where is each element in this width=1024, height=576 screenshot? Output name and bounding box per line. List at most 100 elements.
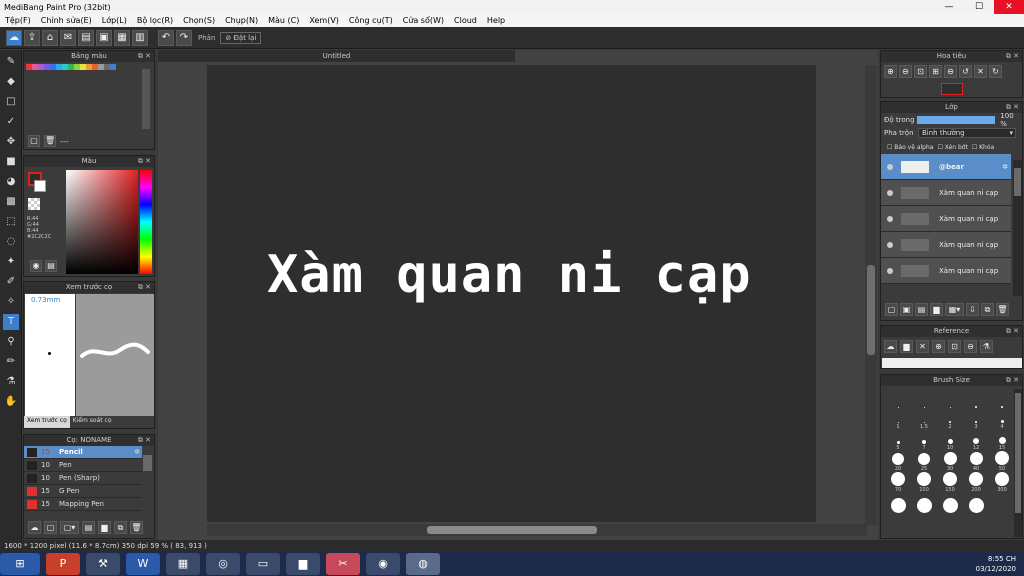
brush-size-cell[interactable]: 150 [937,472,963,493]
horizontal-scroll-thumb[interactable] [427,526,597,534]
brush-size-cell[interactable]: 1.5 [911,409,937,430]
brush-size-cell[interactable] [963,388,989,409]
new-halftone-layer-icon[interactable]: ▣ [900,303,913,316]
panel-float-icon[interactable]: ⧉ ✕ [138,51,151,62]
hue-slider[interactable] [140,170,152,274]
cloud-brush-icon[interactable]: ☁ [28,521,41,534]
menu-color[interactable]: Màu (C) [263,16,304,25]
hand-tool-icon[interactable]: ✋ [3,394,19,410]
brush-size-cell[interactable]: 7 [911,430,937,451]
brush-menu-icon[interactable]: ▢▾ [60,521,79,534]
grid-icon[interactable]: ▦ [114,29,130,46]
brush-size-cell[interactable]: 10 [937,430,963,451]
panel-float-icon[interactable]: ⧉ ✕ [1006,375,1019,386]
color-sliders-icon[interactable]: ▤ [45,260,57,272]
panel-float-icon[interactable]: ⧉ ✕ [138,435,151,446]
paint-icon[interactable]: ◍ [406,553,440,575]
folder-icon[interactable]: ▆ [286,553,320,575]
panel-float-icon[interactable]: ⧉ ✕ [1006,102,1019,113]
cloud-reference-icon[interactable]: ☁ [884,340,897,353]
menu-window[interactable]: Cửa sổ(W) [398,16,449,25]
brush-size-cell[interactable] [911,493,937,514]
brush-size-cell[interactable]: 4 [989,409,1015,430]
brush-size-cell[interactable]: 2 [937,409,963,430]
canvas[interactable]: Xàm quan ni cạp [207,65,816,522]
maximize-button[interactable]: ☐ [964,0,994,14]
menu-layer[interactable]: Lớp(L) [97,16,132,25]
brush-size-cell[interactable]: 12 [963,430,989,451]
brush-size-cell[interactable]: 30 [937,451,963,472]
eraser-tool-icon[interactable]: ◆ [3,74,19,90]
eye-icon[interactable] [887,215,893,222]
layer-item[interactable]: @bear ✲ [881,154,1011,180]
brush-size-cell[interactable]: 15 [989,430,1015,451]
cloud-icon[interactable]: ☁ [6,29,22,46]
brush-duplicate-icon[interactable]: ⧉ [114,521,127,534]
zoom-out-icon[interactable]: ⊖ [899,65,912,78]
divide-tool-icon[interactable]: ✏ [3,354,19,370]
document-tab[interactable]: Untitled [158,50,515,62]
chrome-icon[interactable]: ◎ [206,553,240,575]
fit-icon[interactable]: ⊡ [948,340,961,353]
brush-size-cell[interactable]: 300 [989,472,1015,493]
brush-item[interactable]: 15 Mapping Pen [24,498,142,511]
operation-tool-icon[interactable]: ⚲ [3,334,19,350]
word-icon[interactable]: W [126,553,160,575]
calculator-icon[interactable]: ▦ [166,553,200,575]
rectangle-tool-icon[interactable]: □ [3,94,19,110]
delete-layer-icon[interactable]: 🗑 [996,303,1009,316]
settings-icon[interactable]: ▥ [132,29,148,46]
panel-float-icon[interactable]: ⧉ ✕ [138,282,151,293]
magic-wand-tool-icon[interactable]: ✦ [3,254,19,270]
background-color-swatch[interactable] [34,180,46,192]
color-picker-square[interactable] [66,170,138,274]
zoom-icon[interactable]: ⊖ [944,65,957,78]
undo-icon[interactable]: ↶ [158,29,174,46]
eyedropper-tool-icon[interactable]: ⚗ [3,374,19,390]
brush-size-cell[interactable]: 25 [911,451,937,472]
open-folder-icon[interactable]: ▆ [900,340,913,353]
share-icon[interactable]: ⌂ [42,29,58,46]
bucket-tool-icon[interactable]: ◕ [3,174,19,190]
actual-size-icon[interactable]: ⊞ [929,65,942,78]
opacity-slider[interactable] [917,115,996,124]
menu-tools[interactable]: Công cụ(T) [344,16,398,25]
flip-icon[interactable]: ✕ [974,65,987,78]
lock-checkbox[interactable]: ☐ Khóa [972,144,994,151]
gradient-tool-icon[interactable]: ▩ [3,194,19,210]
text-tool-icon[interactable]: T [3,314,19,330]
new-8bit-layer-icon[interactable]: ▤ [915,303,928,316]
brush-size-cell[interactable] [937,388,963,409]
panel-float-icon[interactable]: ⧉ ✕ [138,156,151,167]
tab-brush-control[interactable]: Kiểm soát cọ [70,416,115,428]
tool-icon[interactable]: ⚒ [86,553,120,575]
brush-size-cell[interactable] [885,388,911,409]
select-pen-tool-icon[interactable]: ✐ [3,274,19,290]
reset-button[interactable]: ⊘ Đặt lại [220,31,262,44]
menu-edit[interactable]: Chỉnh sửa(E) [36,16,97,25]
eye-icon[interactable] [887,163,893,170]
blend-mode-select[interactable]: Bình thường ▾ [918,128,1016,138]
brush-size-cell[interactable]: 100 [911,472,937,493]
start-button[interactable]: ⊞ [0,553,40,575]
brush-size-cell[interactable]: 70 [885,472,911,493]
color-wheel-icon[interactable]: ◉ [30,260,42,272]
brush-delete-icon[interactable]: 🗑 [130,521,143,534]
fill-rect-tool-icon[interactable]: ■ [3,154,19,170]
zoom-in-icon[interactable]: ⊕ [932,340,945,353]
snipping-icon[interactable]: ✂ [326,553,360,575]
fit-icon[interactable]: ⊡ [914,65,927,78]
layer-item[interactable]: Xàm quan ni cạp [881,180,1011,206]
brush-copy-icon[interactable]: ▤ [82,521,95,534]
menu-view[interactable]: Xem(V) [304,16,344,25]
brush-size-cell[interactable]: 200 [963,472,989,493]
tab-brush-preview[interactable]: Xem trước cọ [24,416,70,428]
new-layer-icon[interactable]: ▢ [885,303,898,316]
new-palette-icon[interactable]: ▢ [28,135,40,147]
close-reference-icon[interactable]: ✕ [916,340,929,353]
vertical-scrollbar[interactable] [865,65,877,525]
save-icon[interactable]: ▣ [96,29,112,46]
brush-item[interactable]: 10 Pen [24,459,142,472]
clipping-checkbox[interactable]: ☐ Xén bớt [937,144,967,151]
merge-down-icon[interactable]: ⇩ [966,303,979,316]
